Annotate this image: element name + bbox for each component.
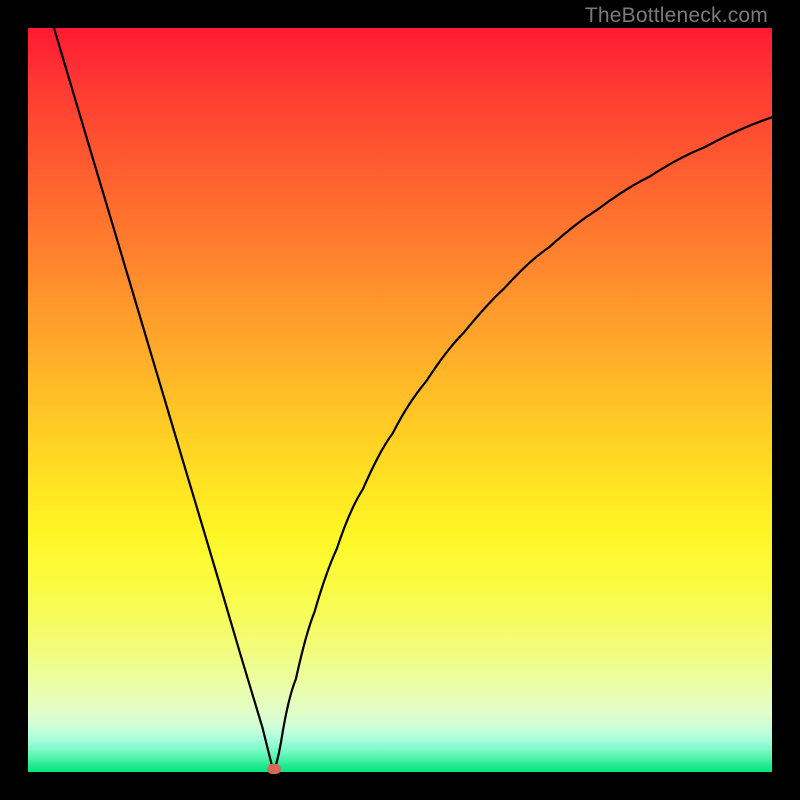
optimal-marker xyxy=(267,764,281,774)
curve-left-branch xyxy=(54,28,274,772)
curve-right-branch xyxy=(274,117,773,772)
outer-frame: TheBottleneck.com xyxy=(0,0,800,800)
watermark-text: TheBottleneck.com xyxy=(585,4,768,28)
bottleneck-curve xyxy=(28,28,772,772)
plot-area xyxy=(28,28,772,772)
